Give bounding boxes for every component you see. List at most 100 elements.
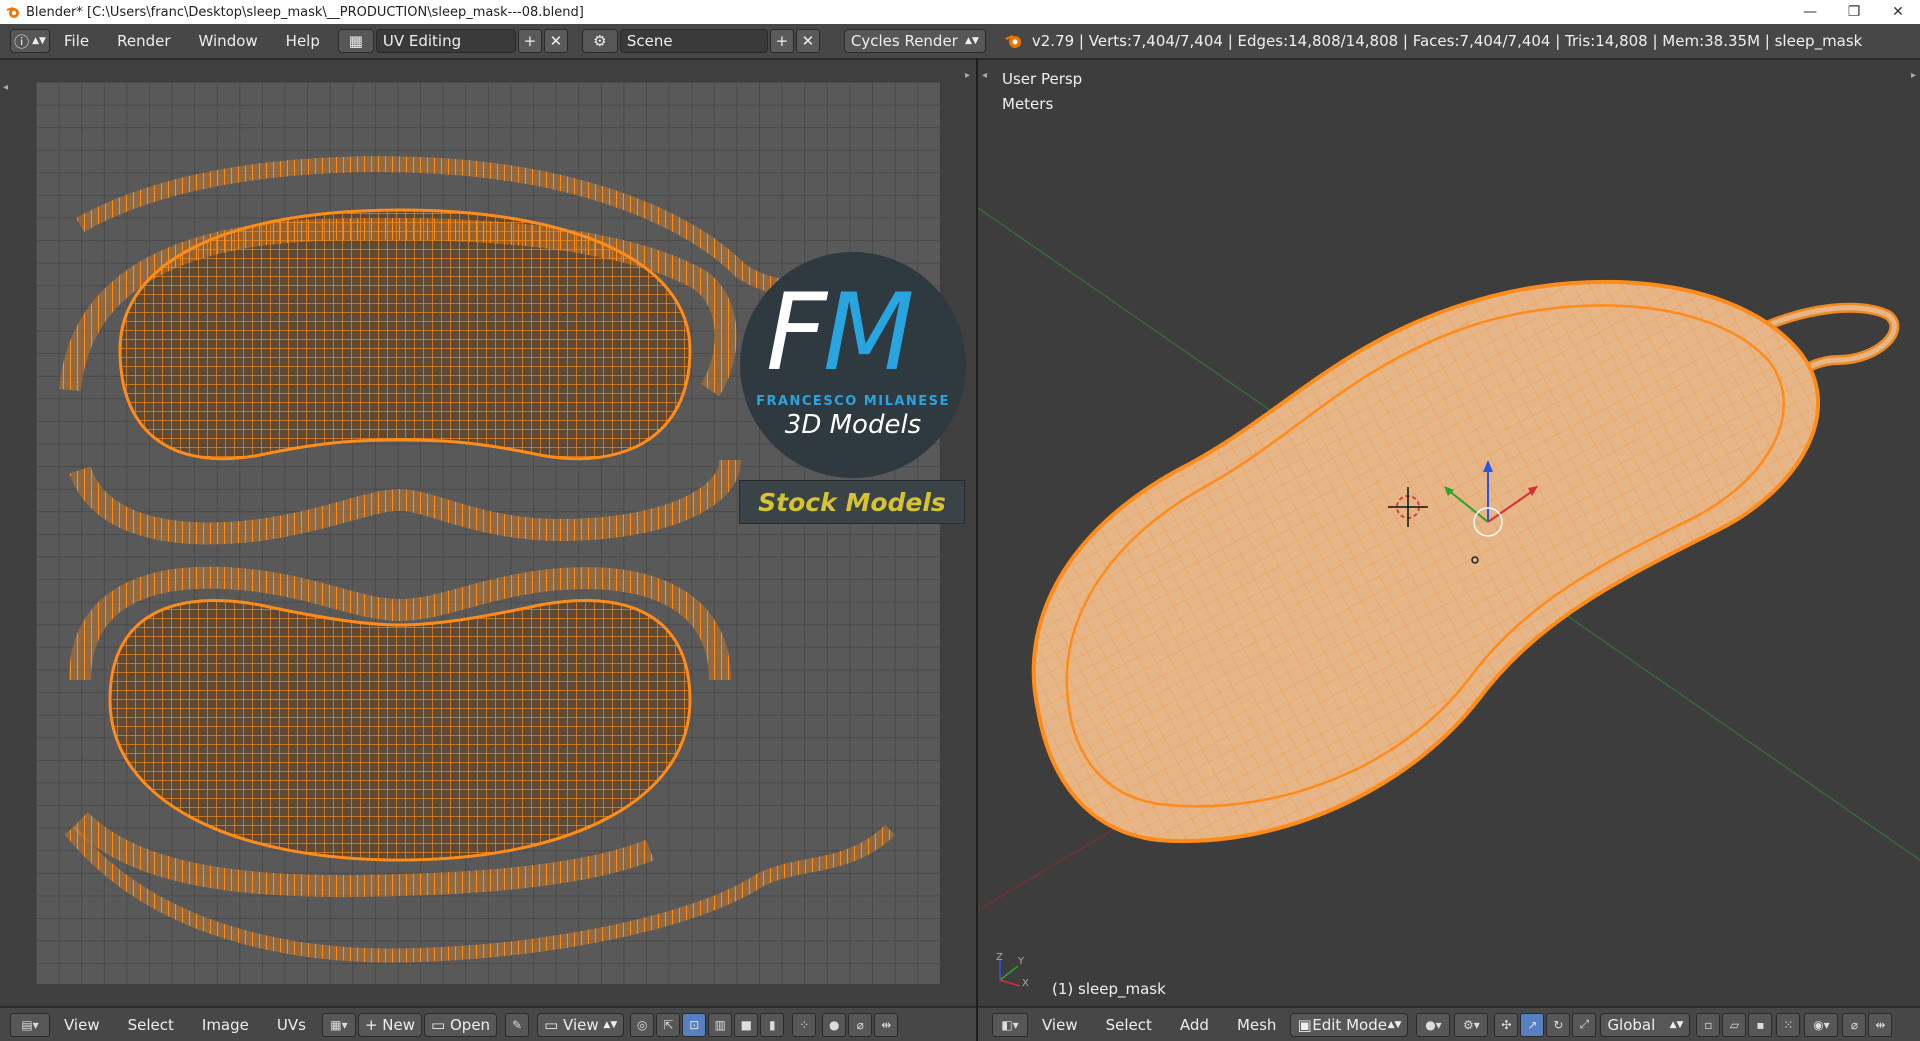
add-scene-button[interactable]: + <box>769 29 794 53</box>
proportional-editing-icon[interactable]: ◉▾ <box>1804 1012 1839 1037</box>
menu-help[interactable]: Help <box>272 32 334 50</box>
logo-tagline: 3D Models <box>784 410 922 440</box>
image-editor-icon: ▤▾ <box>21 1017 39 1032</box>
snap-toggle-icon[interactable]: ⌀ <box>1842 1012 1867 1037</box>
close-icon: ✕ <box>801 32 815 50</box>
3d-viewport-header: ◧▾ View Select Add Mesh ▣ Edit Mode ▲▼ ●▾ … <box>978 1006 1920 1041</box>
menu-window[interactable]: Window <box>185 32 272 50</box>
region-toggle-left-arrow[interactable]: ◂ <box>982 70 987 81</box>
delete-layout-button[interactable]: ✕ <box>543 29 568 53</box>
pin-icon[interactable]: ✎ <box>505 1012 530 1037</box>
menu-render[interactable]: Render <box>103 32 184 50</box>
region-toggle-left-arrow[interactable]: ◂ <box>3 82 8 93</box>
occlude-geometry-icon[interactable]: ⁙ <box>1776 1012 1801 1037</box>
new-image-button[interactable]: + New <box>357 1012 423 1037</box>
screen-layout-icon-button[interactable]: ▦ <box>337 29 374 53</box>
rotate-manipulator-icon[interactable]: ↻ <box>1546 1012 1571 1037</box>
info-icon: ⓘ <box>14 32 30 51</box>
vertex-select-icon[interactable]: ⊡ <box>682 1012 707 1037</box>
menu-file[interactable]: File <box>50 32 103 50</box>
restore-button[interactable]: ❐ <box>1832 0 1876 24</box>
axis-label-x: X <box>1022 978 1029 989</box>
folder-icon: ▭ <box>431 1015 446 1034</box>
sleep-mask-mesh <box>1031 279 1820 843</box>
plus-icon: + <box>775 32 789 50</box>
window-titlebar: Blender* [C:\Users\franc\Desktop\sleep_m… <box>0 0 1920 24</box>
manipulator-toggle-icon[interactable]: ✣ <box>1494 1012 1519 1037</box>
viewport-shading-icon[interactable]: ●▾ <box>1416 1012 1451 1037</box>
close-icon: ✕ <box>549 32 563 50</box>
sync-selection-icon[interactable]: ⇱ <box>656 1012 681 1037</box>
viewport-units: Meters <box>1002 95 1054 113</box>
edge-select-mode-icon[interactable]: ▱ <box>1722 1012 1747 1037</box>
watermark-logo: FM FRANCESCO MILANESE 3D Models <box>740 252 966 478</box>
transform-orientation-dropdown[interactable]: Global ▲▼ <box>1600 1012 1691 1037</box>
face-select-icon[interactable]: ■ <box>734 1012 759 1037</box>
vertex-select-mode-icon[interactable]: ▫ <box>1696 1012 1721 1037</box>
viewport-object-label: (1) sleep_mask <box>1052 980 1166 998</box>
uv-menu-uvs[interactable]: UVs <box>263 1016 320 1034</box>
viewport-menu-add[interactable]: Add <box>1166 1016 1223 1034</box>
snap-element-icon[interactable]: ⇹ <box>1868 1012 1893 1037</box>
logo-author-name: FRANCESCO MILANESE <box>756 394 950 409</box>
uv-snap-element-icon[interactable]: ⇹ <box>874 1012 899 1037</box>
blender-logo-icon <box>6 7 19 18</box>
axis-label-z: Z <box>996 952 1003 963</box>
layout-grid-icon: ▦ <box>348 32 363 50</box>
pivot-icon[interactable]: ◎ <box>630 1012 655 1037</box>
scale-manipulator-icon[interactable]: ⤢ <box>1572 1012 1597 1037</box>
view-mode-dropdown[interactable]: ▭ View ▲▼ <box>537 1012 625 1037</box>
face-select-mode-icon[interactable]: ▪ <box>1748 1012 1773 1037</box>
uv-menu-image[interactable]: Image <box>188 1016 263 1034</box>
island-select-icon[interactable]: ▮ <box>760 1012 785 1037</box>
scene-icon: ⚙ <box>593 32 607 50</box>
open-image-button[interactable]: ▭ Open <box>424 1012 498 1037</box>
viewport-menu-mesh[interactable]: Mesh <box>1223 1016 1291 1034</box>
plus-icon: + <box>523 32 537 50</box>
uv-strip-mid <box>69 458 741 545</box>
image-browse-icon: ▦▾ <box>330 1017 348 1032</box>
scene-stats: v2.79 | Verts:7,404/7,404 | Edges:14,808… <box>1031 32 1863 50</box>
delete-scene-button[interactable]: ✕ <box>795 29 820 53</box>
window-title: Blender* [C:\Users\franc\Desktop\sleep_m… <box>26 4 584 20</box>
snap-icon[interactable]: ⌀ <box>848 1012 873 1037</box>
logo-letter-m: M <box>822 271 914 394</box>
uv-editor-header: ▤▾ View Select Image UVs ▦▾ + New ▭ Open… <box>0 1006 976 1041</box>
pivot-point-icon[interactable]: ⚙▾ <box>1454 1012 1489 1037</box>
editor-type-dropdown[interactable]: ▤▾ <box>10 1012 50 1037</box>
viewport-menu-select[interactable]: Select <box>1092 1016 1166 1034</box>
image-browse-button[interactable]: ▦▾ <box>321 1012 356 1037</box>
uv-menu-select[interactable]: Select <box>114 1016 188 1034</box>
screen-layout-field[interactable]: UV Editing <box>375 29 516 53</box>
chevron-updown-icon: ▲▼ <box>965 36 979 46</box>
translate-manipulator-icon[interactable]: ↗ <box>1520 1012 1545 1037</box>
viewport-view-name: User Persp <box>1002 70 1083 88</box>
edit-mode-icon: ▣ <box>1297 1015 1312 1034</box>
view-mode-icon: ▭ <box>544 1015 559 1034</box>
viewport-menu-view[interactable]: View <box>1028 1016 1092 1034</box>
editor-type-dropdown[interactable]: ◧▾ <box>992 1012 1028 1037</box>
region-toggle-right-arrow[interactable]: ▸ <box>1911 70 1916 81</box>
stock-models-badge: Stock Models <box>739 480 965 524</box>
interaction-mode-dropdown[interactable]: ▣ Edit Mode ▲▼ <box>1290 1012 1409 1037</box>
close-button[interactable]: ✕ <box>1876 0 1920 24</box>
axis-orientation-widget <box>999 958 1021 987</box>
blender-logo-icon <box>1005 34 1021 48</box>
region-toggle-right-arrow[interactable]: ▸ <box>965 70 970 81</box>
3d-viewport[interactable]: User Persp Meters Z Y X (1) sleep_mask ◂… <box>978 60 1920 1004</box>
uv-image-editor[interactable]: ◂ ▸ <box>0 60 976 1004</box>
scene-field[interactable]: Scene <box>619 29 768 53</box>
add-layout-button[interactable]: + <box>517 29 542 53</box>
axis-label-y: Y <box>1018 956 1025 967</box>
edge-select-icon[interactable]: ▥ <box>708 1012 733 1037</box>
logo-letter-f: F <box>766 271 827 394</box>
viewport-scene <box>978 207 1920 987</box>
scene-icon-button[interactable]: ⚙ <box>581 29 618 53</box>
uv-islands <box>59 156 912 963</box>
uv-menu-view[interactable]: View <box>50 1016 114 1034</box>
render-engine-dropdown[interactable]: Cycles Render ▲▼ <box>843 29 986 53</box>
minimize-button[interactable]: — <box>1788 0 1832 24</box>
sticky-mode-icon[interactable]: ⁘ <box>792 1012 817 1037</box>
proportional-edit-icon[interactable]: ● <box>822 1012 847 1037</box>
editor-type-info-dropdown[interactable]: ⓘ ▲▼ <box>10 29 50 53</box>
